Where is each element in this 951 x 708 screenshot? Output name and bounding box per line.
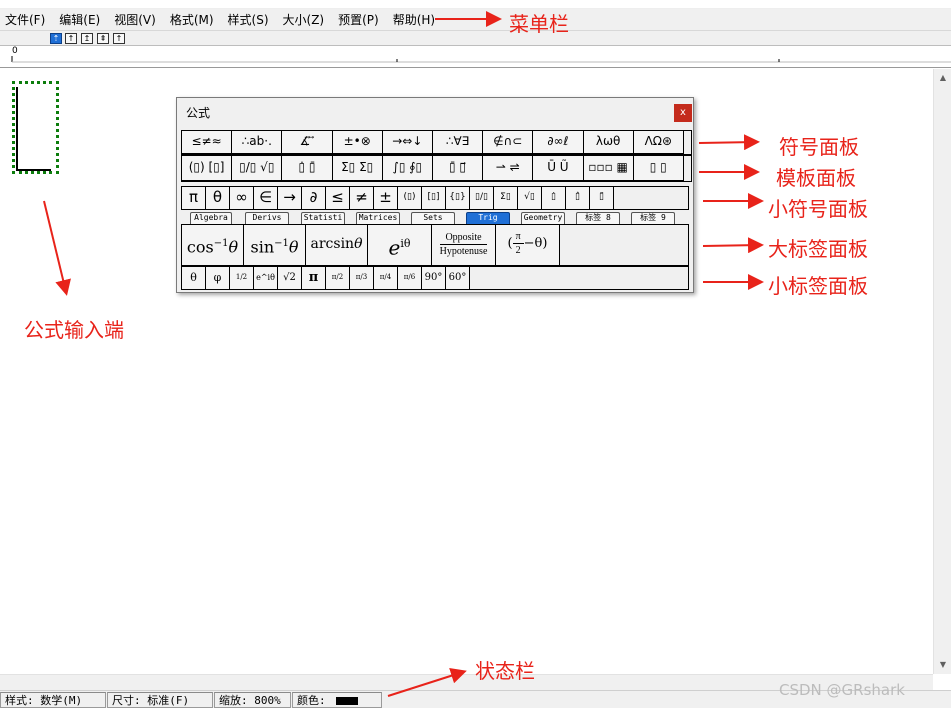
annotation-formula-input: 公式输入端 (24, 318, 124, 342)
annotation-small-symbol-panel: 小符号面板 (768, 197, 868, 221)
annotation-small-label-panel: 小标签面板 (768, 274, 868, 298)
annotation-arrows (43, 11, 764, 697)
arrow-symbol-panel (698, 134, 760, 151)
annotation-template-panel: 模板面板 (776, 166, 856, 190)
annotation-big-label-panel: 大标签面板 (768, 237, 868, 261)
watermark: CSDN @GRshark (779, 681, 905, 699)
arrow-statusbar (387, 668, 467, 697)
annotation-symbol-panel: 符号面板 (779, 135, 859, 159)
arrow-big-label-panel (702, 237, 764, 254)
annotation-statusbar: 状态栏 (475, 659, 535, 683)
annotation-menubar: 菜单栏 (509, 12, 569, 36)
arrow-formula-input (43, 200, 71, 296)
